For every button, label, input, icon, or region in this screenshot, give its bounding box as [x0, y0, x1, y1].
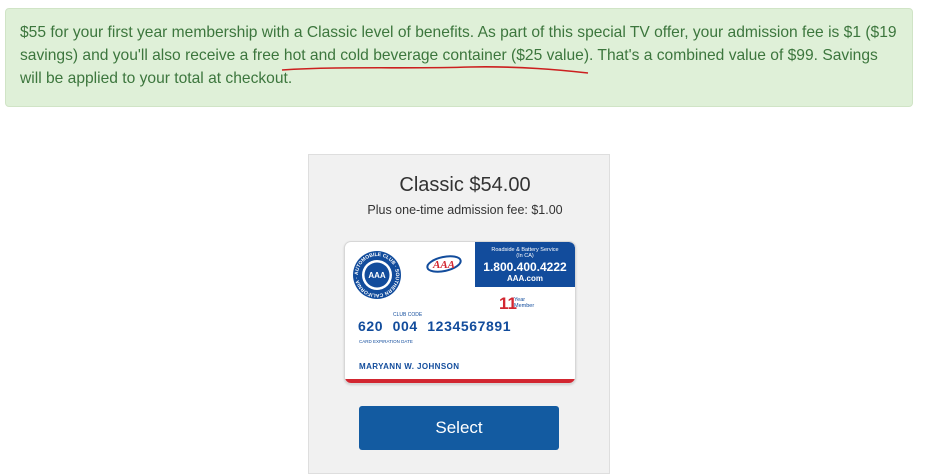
member-name: MARYANN W. JOHNSON	[359, 362, 460, 371]
auto-club-seal-logo: AUTOMOBILE CLUB · SOUTHERN CALIFORNIA · …	[353, 251, 401, 299]
plan-title: Classic $54.00	[399, 174, 531, 196]
membership-card-image: AUTOMOBILE CLUB · SOUTHERN CALIFORNIA · …	[344, 241, 576, 384]
service-phone: 1.800.400.4222	[483, 260, 567, 274]
member-years-label: Year Member	[514, 297, 535, 309]
red-underline-annotation	[281, 66, 588, 74]
aaa-logo: AAA	[426, 255, 462, 273]
svg-text:AAA: AAA	[368, 271, 386, 280]
select-button[interactable]: Select	[359, 406, 559, 450]
card-red-stripe	[345, 379, 575, 383]
service-region: (In CA)	[516, 253, 534, 259]
plan-admission-fee: Plus one-time admission fee: $1.00	[367, 203, 563, 217]
svg-text:AAA: AAA	[432, 259, 455, 271]
promo-notice: $55 for your first year membership with …	[5, 8, 913, 107]
promo-highlight-text: hot and cold beverage container ($25 val…	[283, 47, 590, 64]
service-website: AAA.com	[506, 274, 543, 283]
card-number: 620 004 1234567891	[358, 318, 512, 334]
roadside-service-box: Roadside & Battery Service (In CA) 1.800…	[475, 242, 575, 287]
expiration-label: CARD EXPIRATION DATE	[359, 339, 413, 344]
promo-highlight: hot and cold beverage container ($25 val…	[281, 47, 590, 74]
